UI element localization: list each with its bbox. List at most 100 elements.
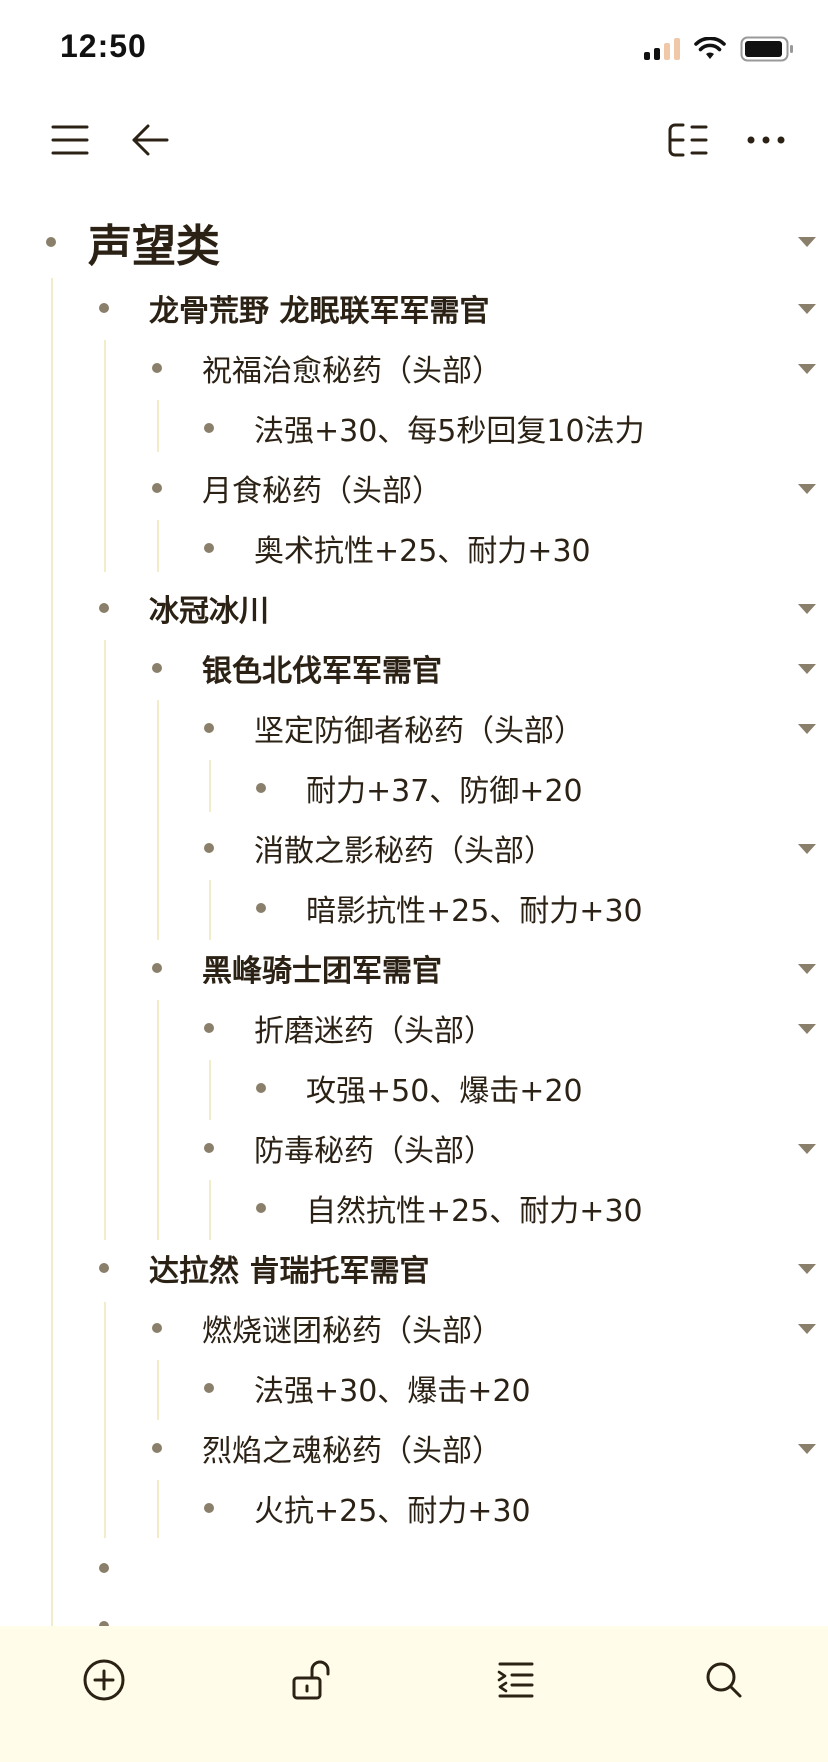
outline-item[interactable]: 坚定防御者秘药（头部） <box>204 698 584 758</box>
outline-item-text[interactable]: 法强+30、爆击+20 <box>254 1366 531 1410</box>
outline-item-text[interactable]: 龙骨荒野 龙眠联军军需官 <box>149 286 489 330</box>
bullet-icon[interactable] <box>46 237 56 247</box>
bullet-icon[interactable] <box>204 1383 214 1393</box>
outline-item[interactable]: 龙骨荒野 龙眠联军军需官 <box>99 278 489 338</box>
guide-line <box>157 520 159 572</box>
bullet-icon[interactable] <box>152 963 162 973</box>
outline-item-text[interactable]: 冰冠冰川 <box>149 586 269 630</box>
outline-item[interactable]: 冰冠冰川 <box>99 578 269 638</box>
outline-item-text[interactable]: 法强+30、每5秒回复10法力 <box>254 406 645 450</box>
bullet-icon[interactable] <box>152 663 162 673</box>
outline-item[interactable]: 月食秘药（头部） <box>152 458 442 518</box>
outline-item[interactable]: 自然抗性+25、耐力+30 <box>256 1178 643 1238</box>
outline-item[interactable]: 法强+30、爆击+20 <box>204 1358 531 1418</box>
bullet-icon[interactable] <box>204 723 214 733</box>
outline-item[interactable]: 火抗+25、耐力+30 <box>204 1478 531 1538</box>
bullet-icon[interactable] <box>152 483 162 493</box>
outline-item[interactable]: 达拉然 肯瑞托军需官 <box>99 1238 429 1298</box>
add-icon <box>83 1659 125 1701</box>
menu-button[interactable] <box>46 116 94 164</box>
collapse-caret-icon[interactable] <box>798 484 816 494</box>
outline-item-text[interactable]: 暗影抗性+25、耐力+30 <box>306 886 643 930</box>
collapse-caret-icon[interactable] <box>798 304 816 314</box>
outline-item-text[interactable]: 银色北伐军军需官 <box>202 646 442 690</box>
collapse-caret-icon[interactable] <box>798 964 816 974</box>
outline-item-text[interactable]: 折磨迷药（头部） <box>254 1006 494 1050</box>
outline-item[interactable]: 声望类 <box>46 212 220 272</box>
collapse-caret-icon[interactable] <box>798 1024 816 1034</box>
outline-item-text[interactable]: 防毒秘药（头部） <box>254 1126 494 1170</box>
outline-item-text[interactable]: 黑峰骑士团军需官 <box>202 946 442 990</box>
outline-item[interactable]: 黑峰骑士团军需官 <box>152 938 442 998</box>
collapse-caret-icon[interactable] <box>798 1264 816 1274</box>
bullet-icon[interactable] <box>152 1323 162 1333</box>
outline-item[interactable]: 耐力+37、防御+20 <box>256 758 583 818</box>
outline-item-text[interactable]: 月食秘药（头部） <box>202 466 442 510</box>
outline-item-text[interactable]: 消散之影秘药（头部） <box>254 826 554 870</box>
collapse-caret-icon[interactable] <box>798 364 816 374</box>
bullet-icon[interactable] <box>204 423 214 433</box>
outline-item[interactable]: 烈焰之魂秘药（头部） <box>152 1418 502 1478</box>
bullet-icon[interactable] <box>152 363 162 373</box>
bullet-icon[interactable] <box>99 603 109 613</box>
bullet-icon[interactable] <box>99 1563 109 1573</box>
guide-line <box>51 278 53 1626</box>
lock-button[interactable] <box>282 1650 342 1710</box>
outline-item-text[interactable]: 达拉然 肯瑞托军需官 <box>149 1246 429 1290</box>
status-icons <box>644 32 794 66</box>
outline-item-text[interactable]: 声望类 <box>88 210 220 274</box>
bullet-icon[interactable] <box>99 1263 109 1273</box>
collapse-caret-icon[interactable] <box>798 844 816 854</box>
status-bar: 12:50 <box>0 0 828 100</box>
outline-item-text[interactable]: 坚定防御者秘药（头部） <box>254 706 584 750</box>
outline-item[interactable]: 祝福治愈秘药（头部） <box>152 338 502 398</box>
guide-line <box>104 1302 106 1538</box>
bullet-icon[interactable] <box>256 1083 266 1093</box>
collapse-caret-icon[interactable] <box>798 1144 816 1154</box>
outline-item[interactable]: 折磨迷药（头部） <box>204 998 494 1058</box>
search-button[interactable] <box>694 1650 754 1710</box>
bullet-icon[interactable] <box>204 843 214 853</box>
outline-item-text[interactable]: 自然抗性+25、耐力+30 <box>306 1186 643 1230</box>
collapse-caret-icon[interactable] <box>798 237 816 247</box>
outline-item-text[interactable]: 祝福治愈秘药（头部） <box>202 346 502 390</box>
bullet-icon[interactable] <box>204 543 214 553</box>
outline-item-text[interactable]: 燃烧谜团秘药（头部） <box>202 1306 502 1350</box>
outline-item[interactable]: 奥术抗性+25、耐力+30 <box>204 518 591 578</box>
guide-line <box>157 400 159 452</box>
outline-item-text[interactable]: 火抗+25、耐力+30 <box>254 1486 531 1530</box>
bullet-icon[interactable] <box>152 1443 162 1453</box>
cellular-signal-icon <box>644 38 680 60</box>
collapse-caret-icon[interactable] <box>798 1324 816 1334</box>
bullet-icon[interactable] <box>204 1143 214 1153</box>
outline-item[interactable]: 防毒秘药（头部） <box>204 1118 494 1178</box>
outline-item-text[interactable]: 攻强+50、爆击+20 <box>306 1066 583 1110</box>
bullet-icon[interactable] <box>204 1023 214 1033</box>
outline-item[interactable]: 暗影抗性+25、耐力+30 <box>256 878 643 938</box>
collapse-caret-icon[interactable] <box>798 664 816 674</box>
outline-item[interactable]: 银色北伐军军需官 <box>152 638 442 698</box>
indent-button[interactable] <box>486 1650 546 1710</box>
more-button[interactable] <box>742 116 790 164</box>
collapse-caret-icon[interactable] <box>798 1444 816 1454</box>
bullet-icon[interactable] <box>256 783 266 793</box>
bullet-icon[interactable] <box>204 1503 214 1513</box>
outline-item-text[interactable]: 奥术抗性+25、耐力+30 <box>254 526 591 570</box>
outline-item[interactable]: 消散之影秘药（头部） <box>204 818 554 878</box>
bullet-icon[interactable] <box>256 903 266 913</box>
outline-item-text[interactable]: 耐力+37、防御+20 <box>306 766 583 810</box>
outline-item[interactable]: 法强+30、每5秒回复10法力 <box>204 398 645 458</box>
outline-view-button[interactable] <box>664 116 712 164</box>
outline-item-text[interactable]: 烈焰之魂秘药（头部） <box>202 1426 502 1470</box>
outline-item[interactable]: 攻强+50、爆击+20 <box>256 1058 583 1118</box>
collapse-caret-icon[interactable] <box>798 724 816 734</box>
guide-line <box>209 760 211 812</box>
add-button[interactable] <box>74 1650 134 1710</box>
back-button[interactable] <box>126 116 174 164</box>
guide-line <box>104 640 106 1240</box>
collapse-caret-icon[interactable] <box>798 604 816 614</box>
outline-item-empty[interactable] <box>99 1538 149 1598</box>
bullet-icon[interactable] <box>99 303 109 313</box>
outline-item[interactable]: 燃烧谜团秘药（头部） <box>152 1298 502 1358</box>
bullet-icon[interactable] <box>256 1203 266 1213</box>
